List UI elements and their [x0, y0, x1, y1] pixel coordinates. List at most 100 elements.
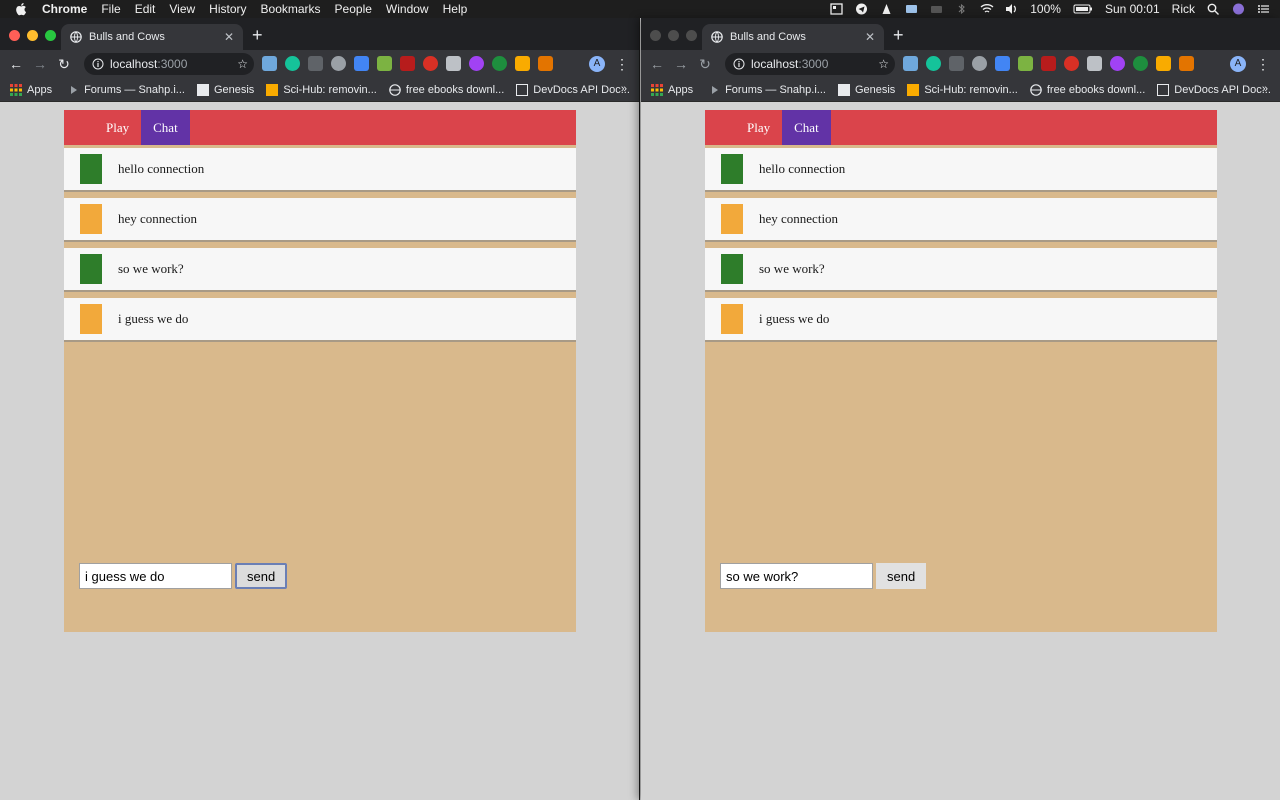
- close-tab-icon[interactable]: ✕: [221, 30, 237, 44]
- reader-mode-icon[interactable]: [1087, 56, 1102, 71]
- reader-mode-icon[interactable]: [446, 56, 461, 71]
- grammarly-icon[interactable]: [285, 56, 300, 71]
- clock[interactable]: Sun 00:01: [1105, 2, 1160, 16]
- extension-bird-icon[interactable]: [903, 56, 918, 71]
- siri-icon[interactable]: [1232, 3, 1245, 15]
- back-icon[interactable]: ←: [645, 52, 669, 76]
- menu-file[interactable]: File: [101, 2, 120, 16]
- more-menu-icon[interactable]: ⋮: [615, 56, 629, 72]
- vpn-us-icon[interactable]: [308, 56, 323, 71]
- google-translate-icon[interactable]: [995, 56, 1010, 71]
- search-icon[interactable]: [1207, 3, 1220, 15]
- new-tab-icon[interactable]: +: [893, 26, 904, 44]
- bookmark-devdocs[interactable]: DevDocs API Doc...: [1157, 83, 1271, 96]
- apple-icon[interactable]: [14, 2, 28, 16]
- user-name[interactable]: Rick: [1172, 2, 1195, 16]
- bookmarks-overflow-icon[interactable]: »: [621, 83, 627, 95]
- menu-edit[interactable]: Edit: [135, 2, 156, 16]
- volume-icon[interactable]: [1005, 3, 1018, 15]
- mercury-icon[interactable]: [972, 56, 987, 71]
- extension-books-icon[interactable]: [538, 56, 553, 71]
- forward-icon[interactable]: →: [28, 52, 52, 76]
- extension-tag-icon[interactable]: [515, 56, 530, 71]
- menu-view[interactable]: View: [169, 2, 195, 16]
- menu-people[interactable]: People: [335, 2, 372, 16]
- bookmark-free-ebooks[interactable]: free ebooks downl...: [389, 84, 504, 96]
- tab-play[interactable]: Play: [735, 110, 782, 145]
- bookmark-star-icon[interactable]: ☆: [878, 57, 889, 71]
- browser-tab[interactable]: Bulls and Cows ✕: [61, 24, 243, 50]
- notification-center-icon[interactable]: [1257, 3, 1270, 15]
- tab-chat[interactable]: Chat: [782, 110, 831, 145]
- bluetooth-icon[interactable]: [955, 3, 968, 15]
- zoom-window-icon[interactable]: [686, 30, 697, 41]
- bookmark-scihub[interactable]: Sci-Hub: removin...: [907, 83, 1018, 96]
- google-translate-icon[interactable]: [354, 56, 369, 71]
- send-button[interactable]: send: [876, 563, 927, 589]
- reload-icon[interactable]: ↻: [693, 52, 717, 76]
- extension-green-icon[interactable]: [1133, 56, 1148, 71]
- send-button[interactable]: send: [235, 563, 288, 589]
- wifi-icon[interactable]: [980, 3, 994, 15]
- chat-input[interactable]: [720, 563, 873, 589]
- extension-green-icon[interactable]: [492, 56, 507, 71]
- info-icon[interactable]: [92, 58, 104, 70]
- profile-avatar[interactable]: A: [589, 56, 605, 72]
- menu-app-name[interactable]: Chrome: [42, 2, 87, 16]
- bookmark-genesis[interactable]: Genesis: [837, 83, 895, 96]
- camera-icon[interactable]: [930, 3, 943, 15]
- bookmarks-overflow-icon[interactable]: »: [1262, 83, 1268, 95]
- bookmark-genesis[interactable]: Genesis: [196, 83, 254, 96]
- vpn-us-icon[interactable]: [949, 56, 964, 71]
- react-devtools-icon[interactable]: [469, 56, 484, 71]
- close-window-icon[interactable]: [9, 30, 20, 41]
- extension-wand-icon[interactable]: [377, 56, 392, 71]
- mission-control-icon[interactable]: [830, 3, 843, 15]
- react-devtools-icon[interactable]: [1110, 56, 1125, 71]
- bookmark-forums[interactable]: Forums — Snahp.i...: [70, 84, 185, 96]
- bookmark-scihub[interactable]: Sci-Hub: removin...: [266, 83, 377, 96]
- extension-tag-icon[interactable]: [1156, 56, 1171, 71]
- menu-history[interactable]: History: [209, 2, 246, 16]
- forward-icon[interactable]: →: [669, 52, 693, 76]
- info-icon[interactable]: [733, 58, 745, 70]
- tab-chat[interactable]: Chat: [141, 110, 190, 145]
- chat-input[interactable]: [79, 563, 232, 589]
- extension-wand-icon[interactable]: [1018, 56, 1033, 71]
- bookmark-devdocs[interactable]: DevDocs API Doc...: [516, 83, 630, 96]
- extension-bird-icon[interactable]: [262, 56, 277, 71]
- back-icon[interactable]: ←: [4, 52, 28, 76]
- battery-icon[interactable]: [1073, 3, 1093, 15]
- bookmark-free-ebooks[interactable]: free ebooks downl...: [1030, 84, 1145, 96]
- profile-avatar[interactable]: A: [1230, 56, 1246, 72]
- extension-books-icon[interactable]: [1179, 56, 1194, 71]
- dropbox-icon[interactable]: [905, 3, 918, 15]
- extension-red-badge-icon[interactable]: [423, 56, 438, 71]
- zoom-window-icon[interactable]: [45, 30, 56, 41]
- bookmark-apps[interactable]: Apps: [10, 83, 52, 96]
- telegram-icon[interactable]: [855, 3, 868, 15]
- bookmark-star-icon[interactable]: ☆: [237, 57, 248, 71]
- bookmark-apps[interactable]: Apps: [651, 83, 693, 96]
- ublock-icon[interactable]: [1041, 56, 1056, 71]
- minimize-window-icon[interactable]: [668, 30, 679, 41]
- menu-window[interactable]: Window: [386, 2, 429, 16]
- close-tab-icon[interactable]: ✕: [862, 30, 878, 44]
- tab-play[interactable]: Play: [94, 110, 141, 145]
- ublock-icon[interactable]: [400, 56, 415, 71]
- mercury-icon[interactable]: [331, 56, 346, 71]
- vlc-icon[interactable]: [880, 3, 893, 15]
- address-bar[interactable]: localhost:3000 ☆: [725, 53, 895, 75]
- menu-help[interactable]: Help: [443, 2, 468, 16]
- menu-bookmarks[interactable]: Bookmarks: [261, 2, 321, 16]
- extension-red-badge-icon[interactable]: [1064, 56, 1079, 71]
- bookmark-forums[interactable]: Forums — Snahp.i...: [711, 84, 826, 96]
- new-tab-icon[interactable]: +: [252, 26, 263, 44]
- minimize-window-icon[interactable]: [27, 30, 38, 41]
- grammarly-icon[interactable]: [926, 56, 941, 71]
- close-window-icon[interactable]: [650, 30, 661, 41]
- more-menu-icon[interactable]: ⋮: [1256, 56, 1270, 72]
- reload-icon[interactable]: ↻: [52, 52, 76, 76]
- browser-tab[interactable]: Bulls and Cows ✕: [702, 24, 884, 50]
- address-bar[interactable]: localhost:3000 ☆: [84, 53, 254, 75]
